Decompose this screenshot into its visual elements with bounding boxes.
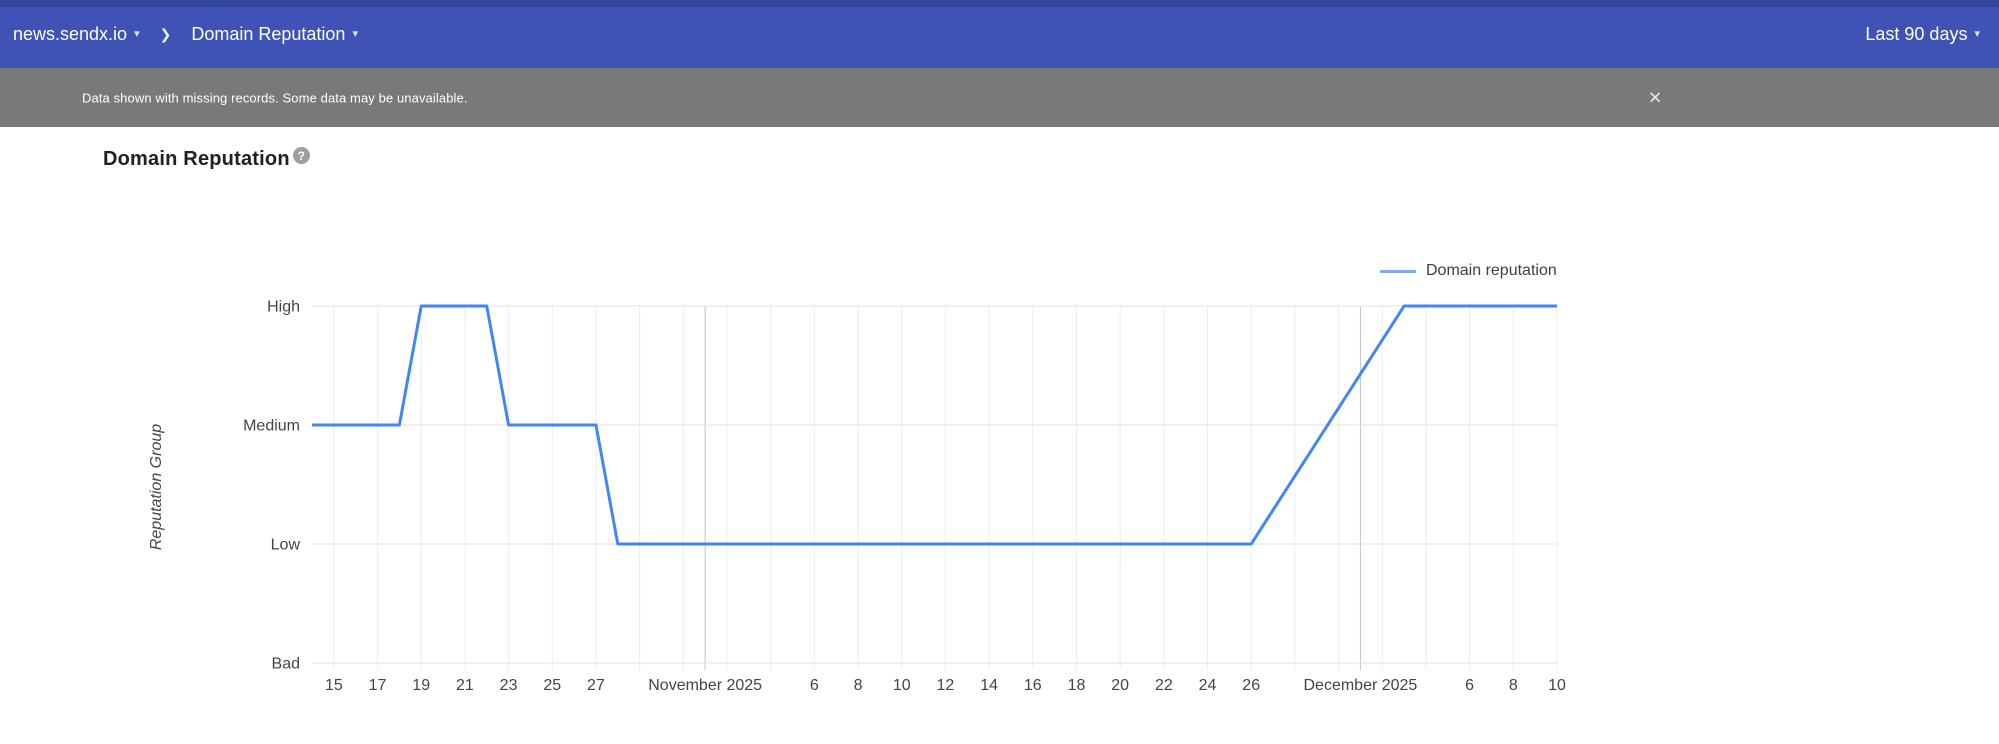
- x-axis-tick-label: 8: [1509, 677, 1518, 694]
- y-axis-label: Bad: [272, 656, 300, 673]
- y-axis-label: High: [267, 299, 300, 316]
- x-axis-tick-label: 8: [854, 677, 863, 694]
- x-axis-tick-label: 22: [1155, 677, 1173, 694]
- x-axis-tick-label: 20: [1111, 677, 1129, 694]
- x-axis-month-label: December 2025: [1303, 677, 1417, 694]
- y-axis-title: Reputation Group: [148, 424, 165, 550]
- x-axis-tick-label: 15: [325, 677, 343, 694]
- x-axis-tick-label: 17: [369, 677, 387, 694]
- x-axis-tick-label: 6: [1465, 677, 1474, 694]
- domain-reputation-chart: Bad Low Medium High 15 17 19 21 23 25 27 November 2…: [148, 299, 1566, 695]
- x-axis-tick-label: 10: [893, 677, 911, 694]
- x-axis-tick-label: 16: [1024, 677, 1042, 694]
- x-axis-tick-label: 23: [500, 677, 518, 694]
- y-axis-label: Low: [271, 537, 301, 554]
- x-axis-tick-label: 10: [1548, 677, 1566, 694]
- x-axis-tick-label: 12: [937, 677, 955, 694]
- x-axis-tick-label: 21: [456, 677, 474, 694]
- x-axis-tick-label: 14: [980, 677, 998, 694]
- x-axis-tick-label: 6: [810, 677, 819, 694]
- x-axis-tick-label: 27: [587, 677, 605, 694]
- x-axis-tick-label: 25: [543, 677, 561, 694]
- x-axis-tick-label: 19: [412, 677, 430, 694]
- y-axis-label: Medium: [243, 418, 300, 435]
- x-axis-month-label: November 2025: [648, 677, 762, 694]
- x-axis-tick-label: 26: [1242, 677, 1260, 694]
- x-axis-tick-label: 24: [1199, 677, 1217, 694]
- postmaster-domain-reputation-page: { "header": { "site": "news.sendx.io", "…: [0, 0, 1999, 744]
- x-axis-tick-label: 18: [1068, 677, 1086, 694]
